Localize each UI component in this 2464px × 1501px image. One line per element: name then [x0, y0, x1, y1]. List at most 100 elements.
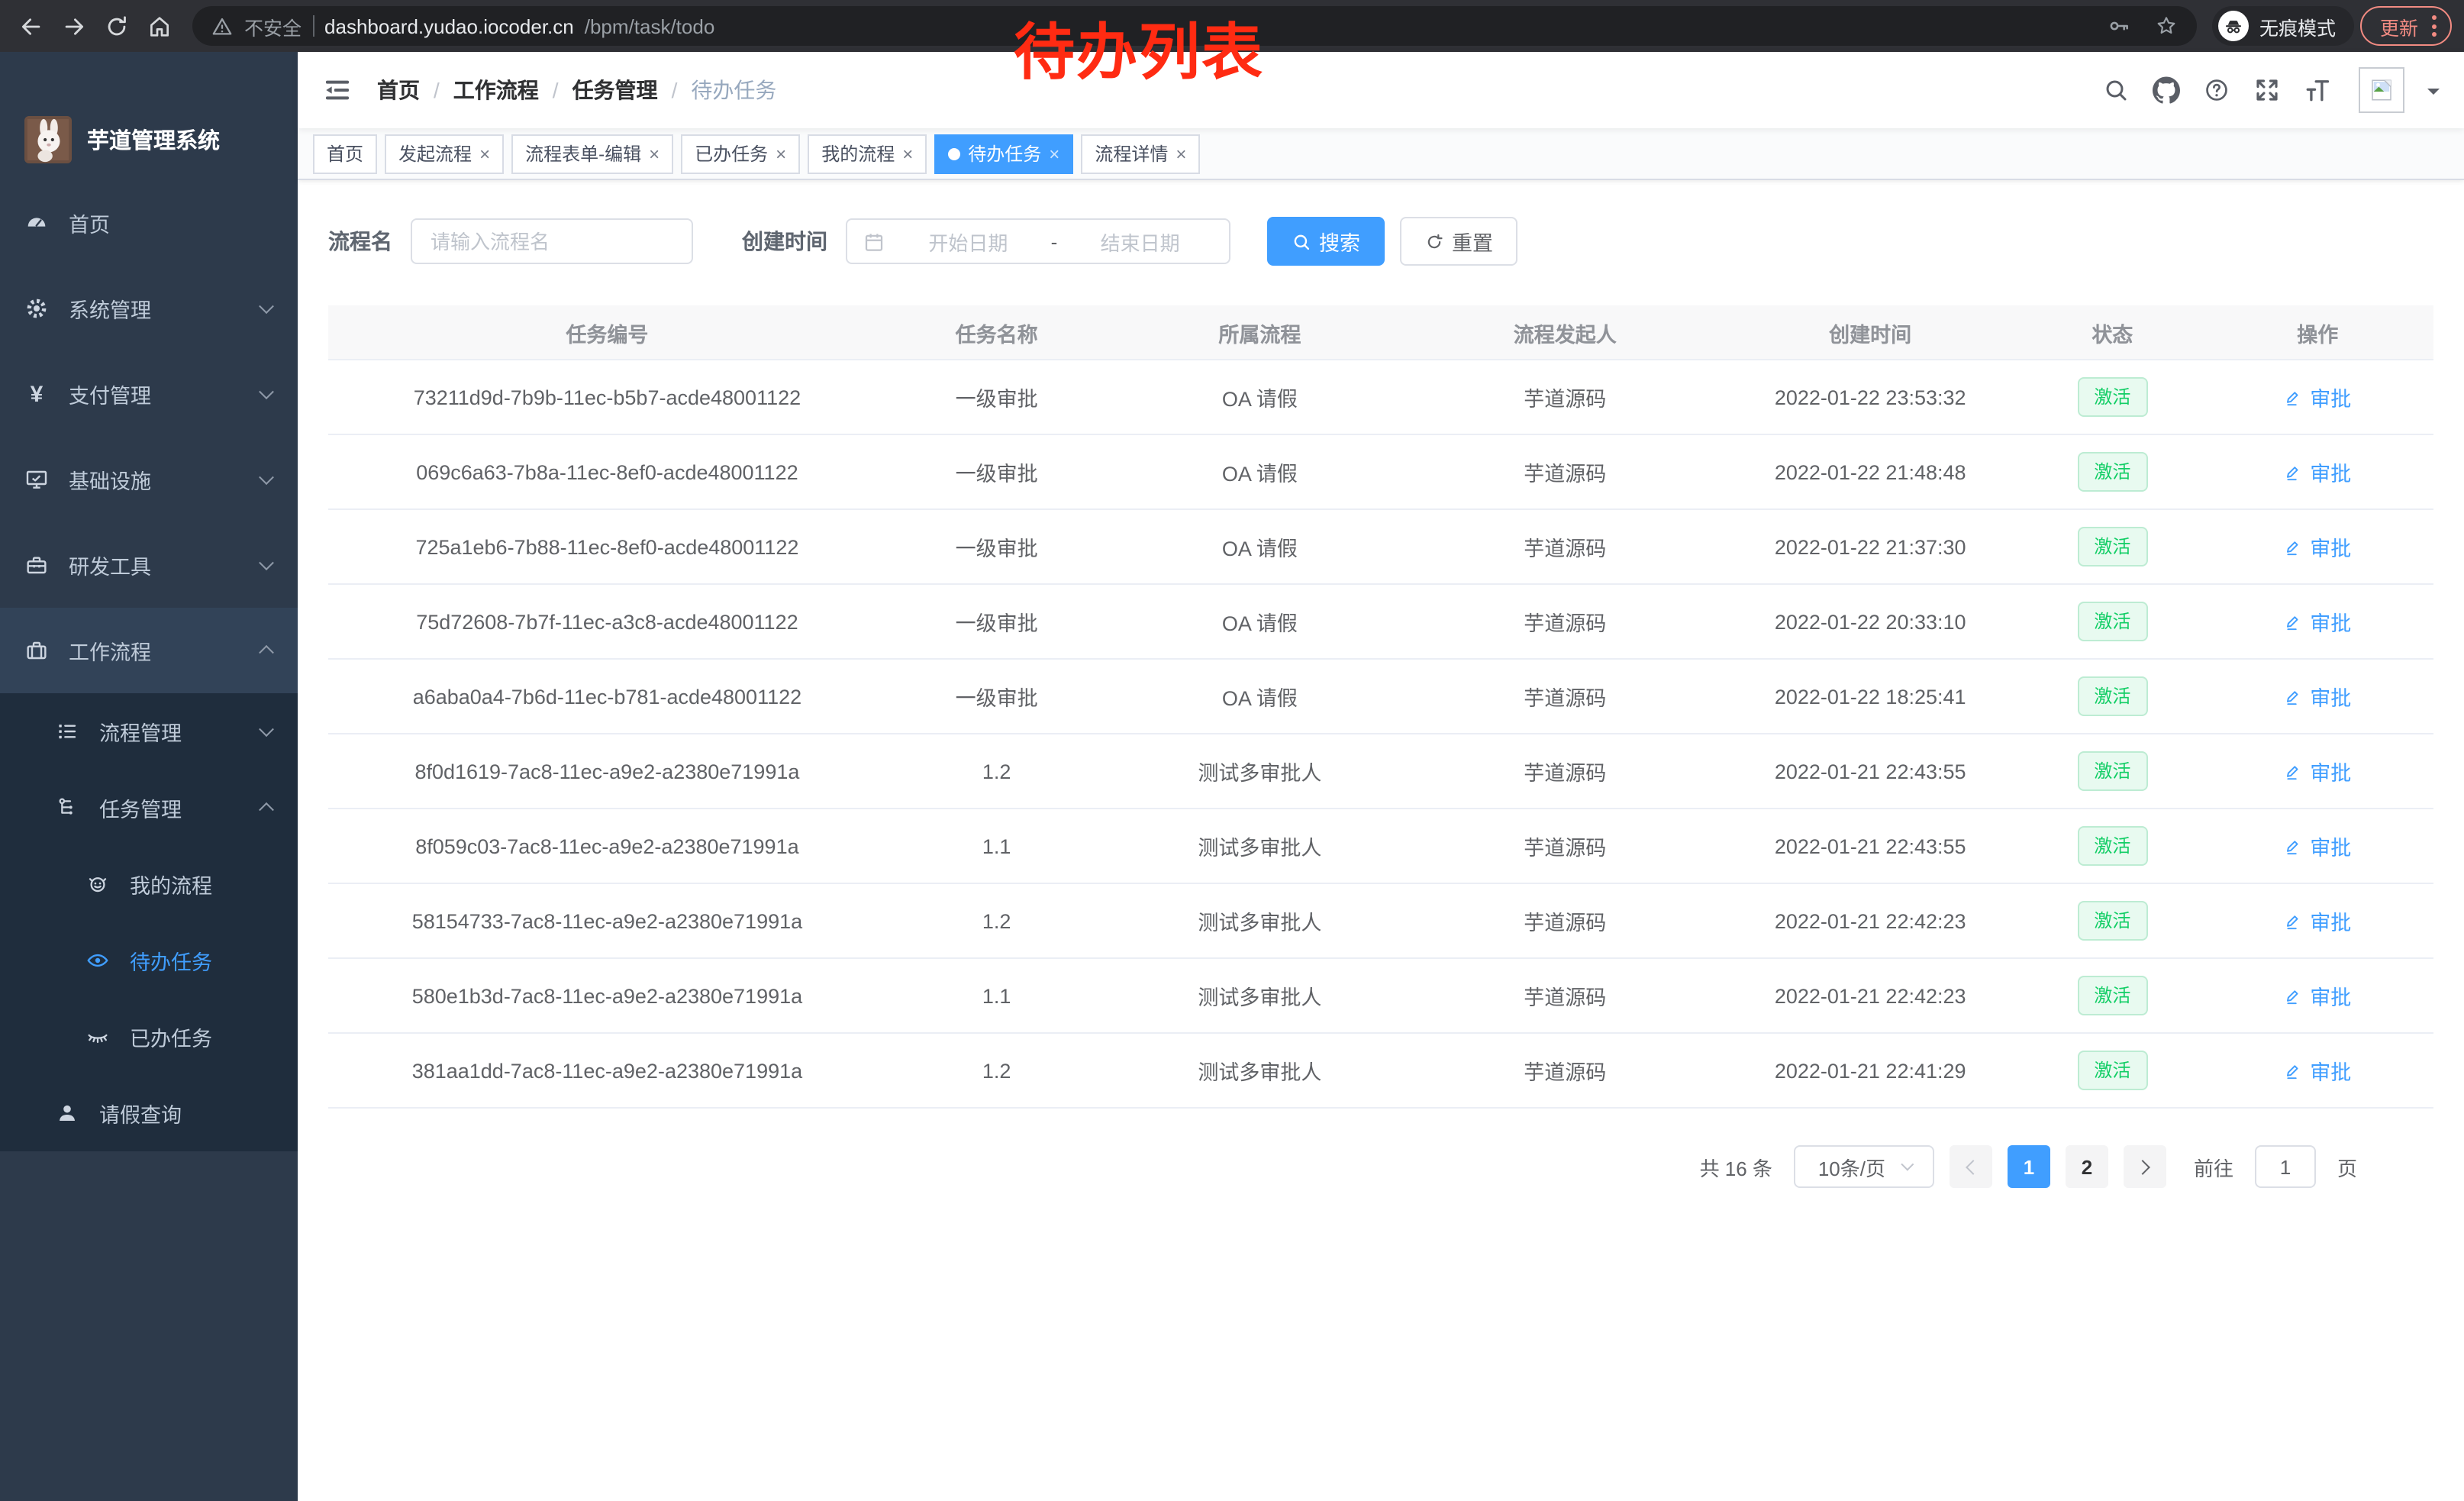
page-size-select[interactable]: 10条/页 [1794, 1145, 1934, 1188]
tab[interactable]: 已办任务 × [681, 134, 800, 173]
approve-link[interactable]: 审批 [2284, 980, 2351, 1011]
date-range-picker[interactable]: 开始日期 - 结束日期 [846, 218, 1230, 264]
sidebar-item-payment[interactable]: ¥ 支付管理 [0, 351, 298, 437]
url-host[interactable]: dashboard.yudao.iocoder.cn [324, 15, 574, 37]
cell-task-id: 73211d9d-7b9b-11ec-b5b7-acde48001122 [328, 386, 886, 408]
sidebar-item-my-process[interactable]: 我的流程 [0, 846, 298, 922]
security-warning-icon[interactable] [211, 15, 234, 37]
sidebar-toggle-icon[interactable] [322, 75, 353, 105]
page-button-1[interactable]: 1 [2008, 1145, 2050, 1188]
table-row: 8f059c03-7ac8-11ec-a9e2-a2380e71991a 1.1… [328, 809, 2433, 884]
approve-link[interactable]: 审批 [2284, 457, 2351, 487]
browser-menu-icon[interactable] [2432, 15, 2437, 37]
tab[interactable]: 流程表单-编辑 × [511, 134, 673, 173]
tab[interactable]: 待办任务 × [934, 134, 1073, 173]
update-label[interactable]: 更新 [2380, 11, 2418, 40]
cell-starter: 芋道源码 [1412, 980, 1717, 1011]
password-key-icon[interactable] [2107, 14, 2131, 38]
col-actions: 操作 [2202, 317, 2433, 347]
next-page-button[interactable] [2124, 1145, 2166, 1188]
browser-forward-icon[interactable] [55, 8, 92, 44]
approve-link[interactable]: 审批 [2284, 1055, 2351, 1086]
url-path[interactable]: /bpm/task/todo [585, 15, 715, 37]
approve-link[interactable]: 审批 [2284, 905, 2351, 936]
approve-link-label: 审批 [2310, 756, 2351, 786]
tab-close-icon[interactable]: × [479, 144, 490, 163]
avatar[interactable] [2359, 67, 2404, 113]
tab-label: 待办任务 [968, 140, 1041, 166]
chevron-down-icon [259, 384, 274, 399]
cell-process: OA 请假 [1107, 382, 1412, 412]
tab[interactable]: 流程详情 × [1081, 134, 1200, 173]
sidebar-item-done-tasks[interactable]: 已办任务 [0, 999, 298, 1075]
approve-link[interactable]: 审批 [2284, 831, 2351, 861]
cell-task-name: 一级审批 [886, 457, 1108, 487]
app-logo-bar[interactable]: 芋道管理系统 [0, 52, 298, 180]
sidebar-item-todo-tasks[interactable]: 待办任务 [0, 922, 298, 999]
status-badge: 激活 [2077, 826, 2147, 866]
cell-starter: 芋道源码 [1412, 606, 1717, 637]
tab-close-icon[interactable]: × [1176, 144, 1186, 163]
tab-close-icon[interactable]: × [1049, 144, 1059, 163]
cell-task-name: 1.2 [886, 760, 1108, 783]
tab-label: 已办任务 [695, 140, 768, 166]
approve-link-label: 审批 [2310, 831, 2351, 861]
tab-close-icon[interactable]: × [902, 144, 913, 163]
prev-page-button[interactable] [1950, 1145, 1992, 1188]
start-date-placeholder[interactable]: 开始日期 [895, 227, 1042, 256]
sidebar-item-leave-query[interactable]: 请假查询 [0, 1075, 298, 1151]
tab-close-icon[interactable]: × [649, 144, 660, 163]
end-date-placeholder[interactable]: 结束日期 [1066, 227, 1214, 256]
goto-page-input[interactable] [2255, 1145, 2316, 1188]
browser-reload-icon[interactable] [98, 8, 134, 44]
breadcrumb-separator: / [672, 78, 678, 102]
status-badge: 激活 [2077, 976, 2147, 1015]
screen: 不安全 dashboard.yudao.iocoder.cn/bpm/task/… [0, 0, 2464, 1501]
bookmark-star-icon[interactable] [2154, 14, 2179, 38]
browser-update-button[interactable]: 更新 [2360, 6, 2452, 46]
github-icon[interactable] [2148, 72, 2185, 108]
search-icon[interactable] [2098, 72, 2134, 108]
browser-back-icon[interactable] [12, 8, 49, 44]
approve-link[interactable]: 审批 [2284, 756, 2351, 786]
incognito-icon [2218, 11, 2249, 41]
tab-close-icon[interactable]: × [776, 144, 786, 163]
sidebar-item-devtools[interactable]: 研发工具 [0, 522, 298, 608]
approve-link[interactable]: 审批 [2284, 382, 2351, 412]
sidebar-item-home[interactable]: 首页 [0, 180, 298, 266]
dashboard-icon [24, 211, 49, 235]
page-button-2[interactable]: 2 [2066, 1145, 2108, 1188]
process-name-input[interactable] [411, 218, 693, 264]
font-size-icon[interactable] [2299, 72, 2336, 108]
sidebar-item-task-management[interactable]: 任务管理 [0, 770, 298, 846]
toolbox-icon [24, 553, 49, 577]
tab[interactable]: 发起流程 × [385, 134, 504, 173]
help-icon[interactable] [2198, 72, 2235, 108]
address-bar[interactable]: 不安全 dashboard.yudao.iocoder.cn/bpm/task/… [192, 6, 2197, 46]
security-label[interactable]: 不安全 [244, 11, 302, 40]
breadcrumb-task-management[interactable]: 任务管理 [572, 75, 658, 105]
approve-link[interactable]: 审批 [2284, 531, 2351, 562]
approve-link[interactable]: 审批 [2284, 681, 2351, 712]
breadcrumb-home[interactable]: 首页 [377, 75, 420, 105]
fullscreen-icon[interactable] [2249, 72, 2285, 108]
reset-button[interactable]: 重置 [1400, 217, 1517, 266]
sidebar-item-system[interactable]: 系统管理 [0, 266, 298, 351]
incognito-badge: 无痕模式 [2212, 6, 2354, 46]
browser-home-icon[interactable] [140, 8, 177, 44]
breadcrumb-workflow[interactable]: 工作流程 [453, 75, 539, 105]
tab[interactable]: 首页 × [313, 134, 377, 173]
tab[interactable]: 我的流程 × [808, 134, 927, 173]
sidebar-item-workflow[interactable]: 工作流程 [0, 608, 298, 693]
approve-link[interactable]: 审批 [2284, 606, 2351, 637]
avatar-caret-icon[interactable] [2427, 88, 2440, 100]
cell-task-id: a6aba0a4-7b6d-11ec-b781-acde48001122 [328, 685, 886, 708]
search-button[interactable]: 搜索 [1267, 217, 1385, 266]
cell-create-time: 2022-01-22 18:25:41 [1717, 685, 2023, 708]
gear-icon [24, 296, 49, 321]
breadcrumb: 首页 / 工作流程 / 任务管理 / 待办任务 [377, 75, 776, 105]
chevron-down-icon [1901, 1158, 1914, 1171]
cell-task-name: 1.1 [886, 834, 1108, 857]
sidebar-item-process-management[interactable]: 流程管理 [0, 693, 298, 770]
sidebar-item-infrastructure[interactable]: 基础设施 [0, 437, 298, 522]
